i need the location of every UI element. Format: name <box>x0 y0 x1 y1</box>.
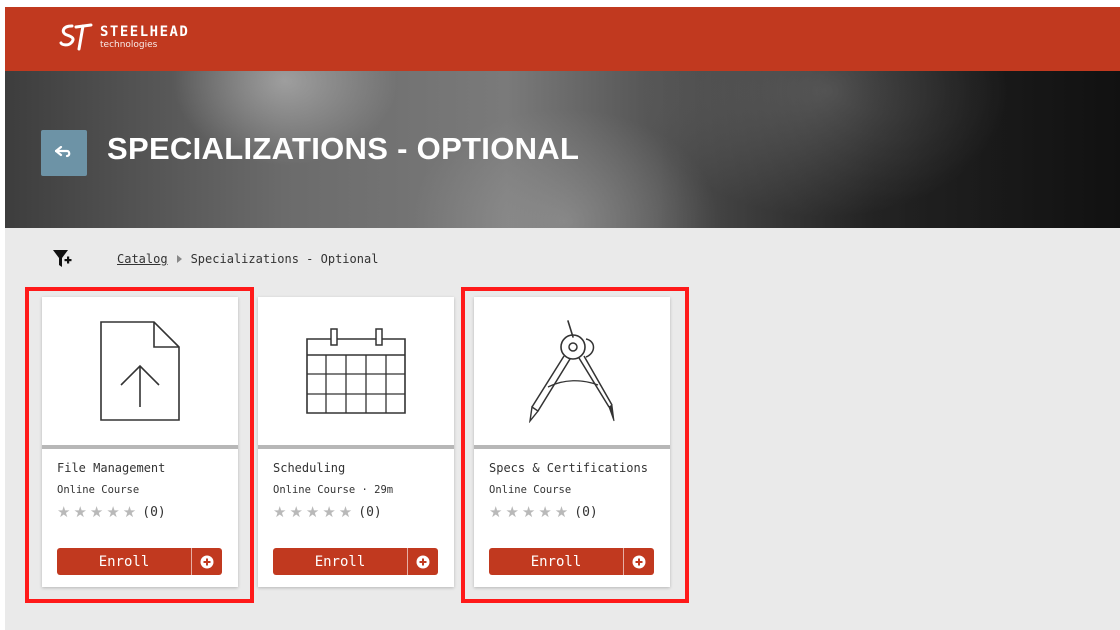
filter-add-icon[interactable] <box>52 248 72 270</box>
course-card-image[interactable] <box>258 297 454 449</box>
brand-subtitle: technologies <box>100 39 158 50</box>
enroll-button[interactable]: Enroll <box>273 548 438 575</box>
page-header-banner: SPECIALIZATIONS - OPTIONAL <box>5 71 1120 228</box>
brand-name: STEELHEAD <box>100 23 190 40</box>
brand-logo[interactable]: STEELHEAD technologies <box>58 21 189 53</box>
course-title[interactable]: Scheduling <box>273 461 345 475</box>
course-rating: ★★★★★ (0) <box>273 503 382 521</box>
course-card[interactable]: Scheduling Online Course · 29m ★★★★★ (0)… <box>258 297 454 587</box>
back-button[interactable] <box>41 130 87 176</box>
breadcrumb: Catalog Specializations - Optional <box>52 247 378 271</box>
highlight-box <box>25 287 254 603</box>
plus-circle-icon[interactable] <box>407 548 438 575</box>
top-bar: STEELHEAD technologies <box>5 7 1120 71</box>
calendar-icon <box>306 328 406 414</box>
back-arrow-icon <box>55 146 71 158</box>
rating-count: (0) <box>358 504 382 520</box>
breadcrumb-current: Specializations - Optional <box>190 252 379 266</box>
page-title: SPECIALIZATIONS - OPTIONAL <box>107 131 580 166</box>
app-window: STEELHEAD technologies SPECIALIZATIONS -… <box>5 7 1120 630</box>
course-meta: Online Course · 29m <box>273 484 394 496</box>
rating-stars-icon: ★★★★★ <box>273 503 356 521</box>
enroll-button-label[interactable]: Enroll <box>273 548 407 575</box>
steelhead-logo-icon <box>59 23 93 51</box>
banner-shade <box>655 71 1120 228</box>
breadcrumb-catalog-link[interactable]: Catalog <box>117 252 168 266</box>
highlight-box <box>461 287 689 603</box>
breadcrumb-chevron-icon <box>176 255 182 263</box>
